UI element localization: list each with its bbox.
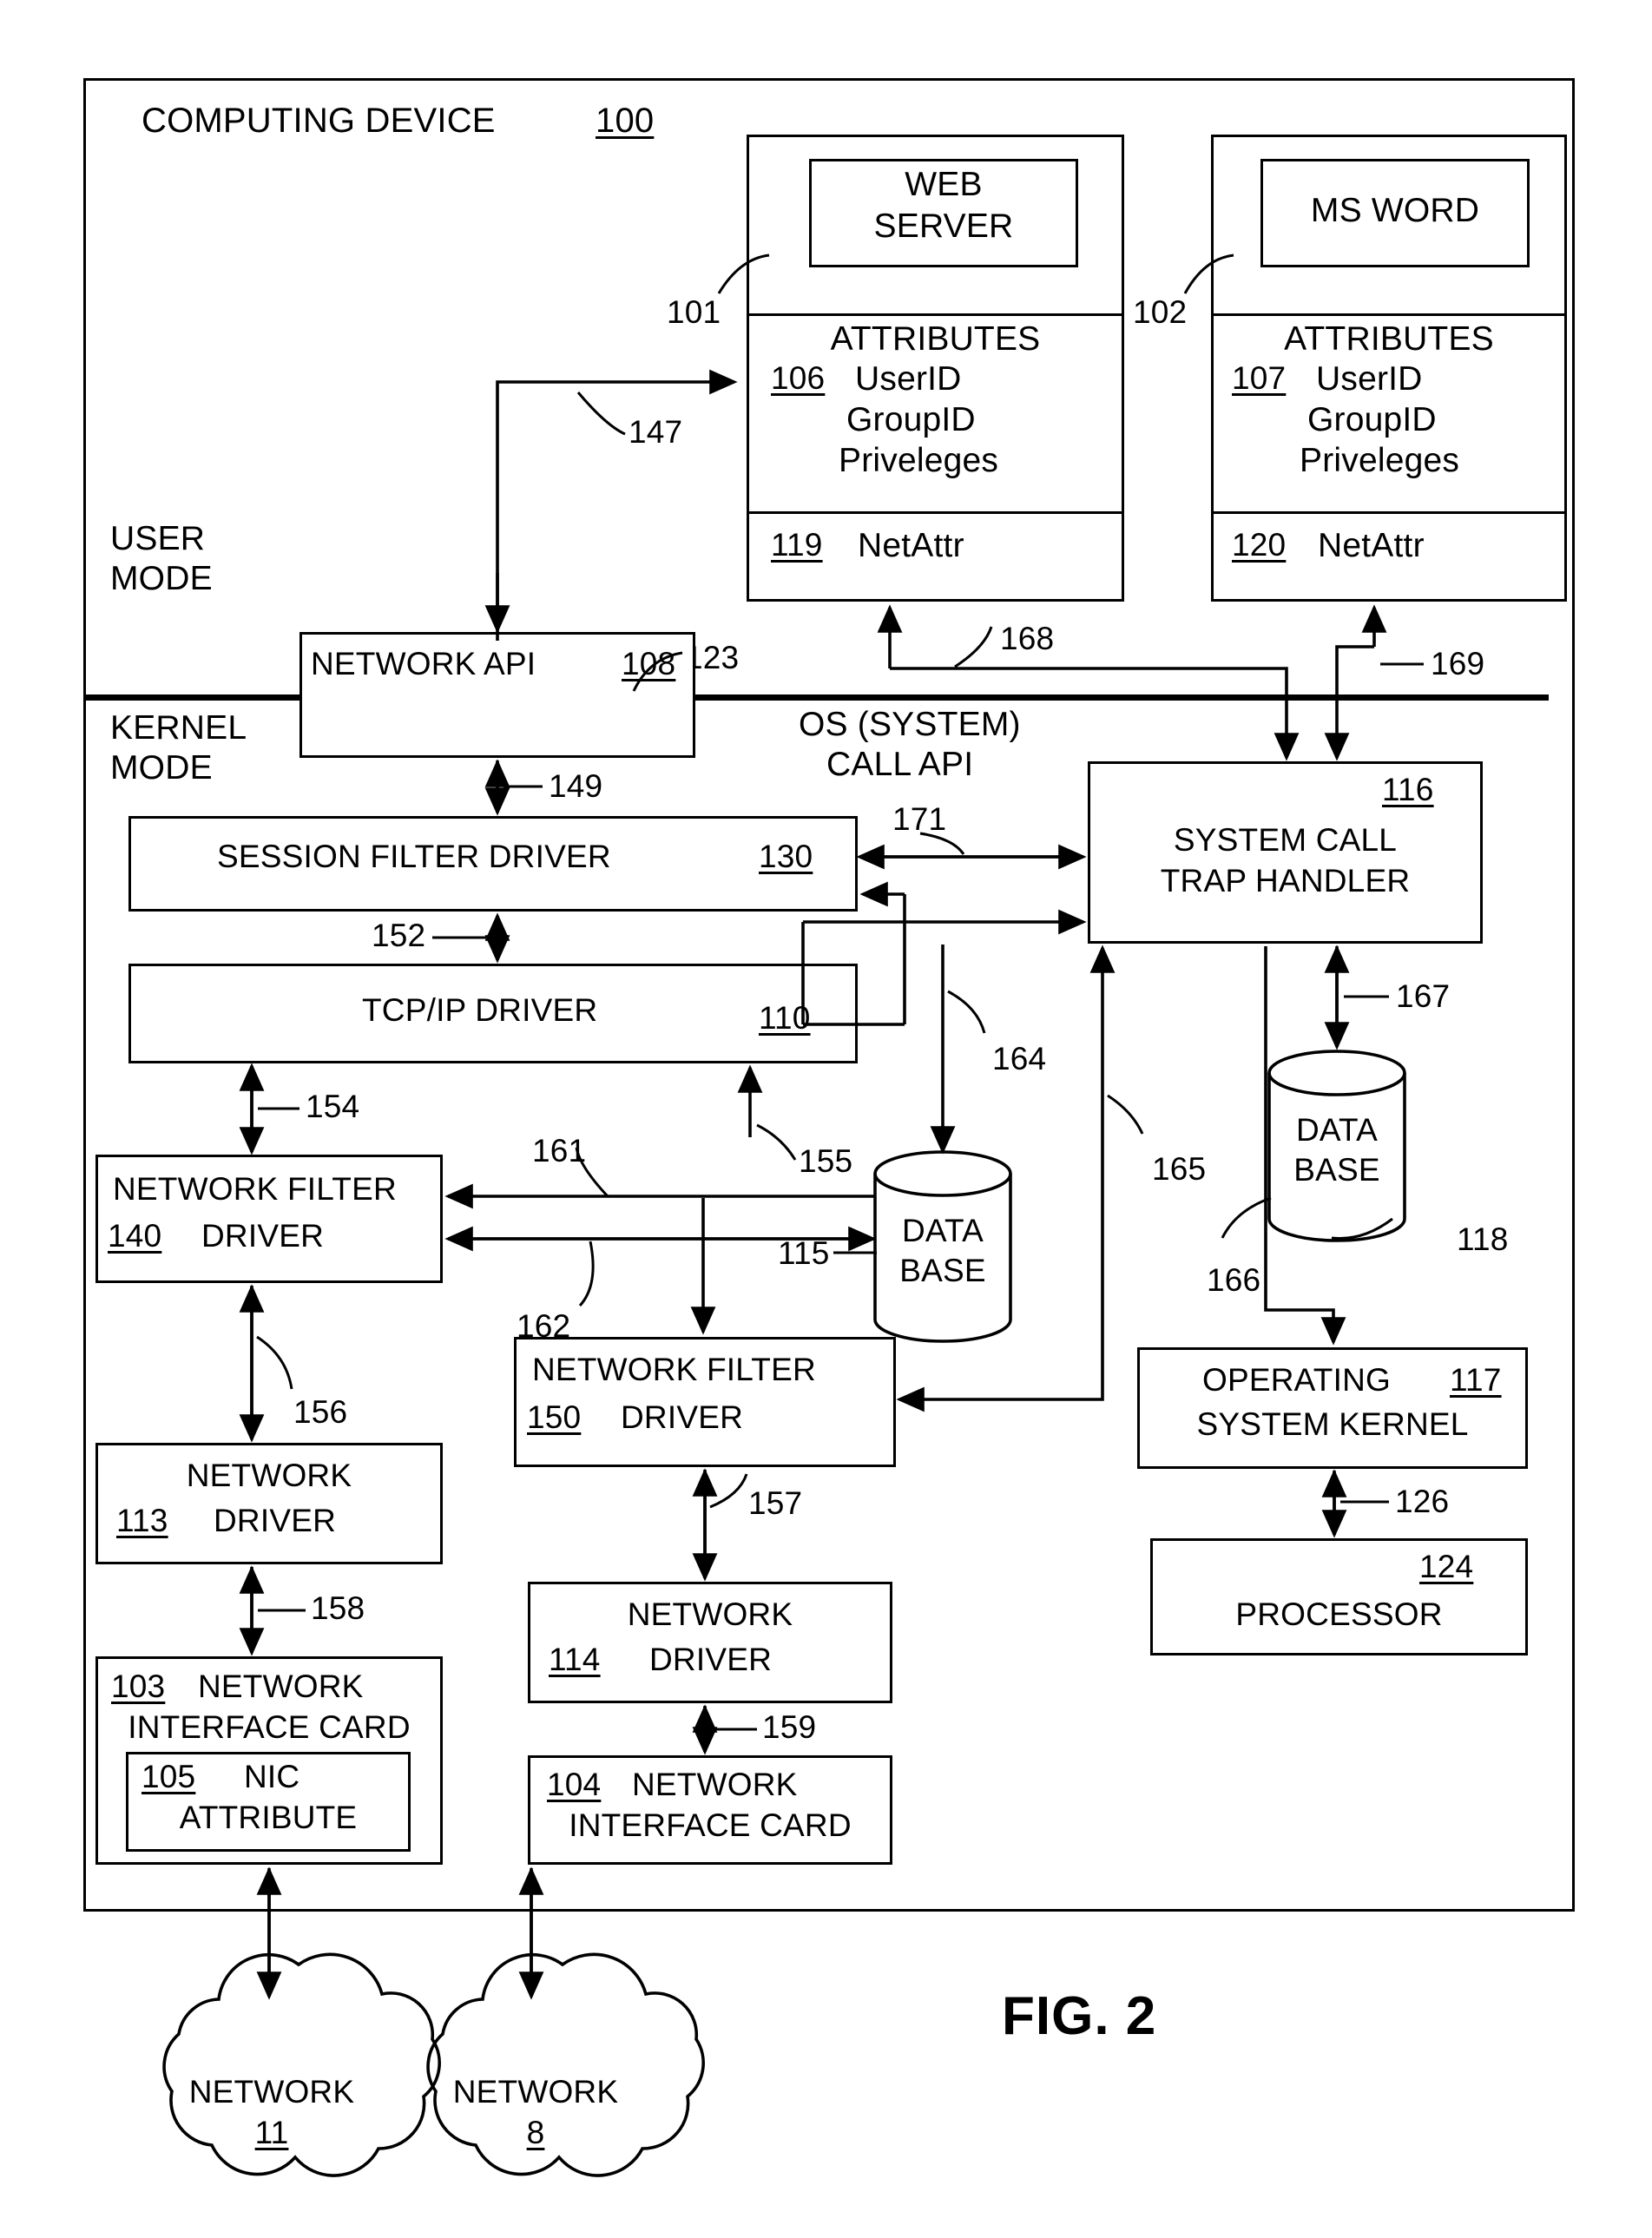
app-web-server-divider-2 (747, 511, 1124, 514)
app-ms-word-ref: 102 (1133, 294, 1188, 330)
database-115-line1: DATA (902, 1213, 984, 1248)
network-cloud-8-label: NETWORK (452, 2074, 619, 2110)
network-filter-driver-140-ref: 140 (108, 1218, 162, 1254)
processor-ref: 124 (1419, 1549, 1474, 1584)
tcpip-driver-label: TCP/IP DRIVER (362, 992, 598, 1028)
patent-figure-2: COMPUTING DEVICE 100 USER MODE KERNEL MO… (0, 0, 1652, 2238)
network-cloud-8-ref: 8 (526, 2115, 545, 2150)
user-mode-label-line1: USER (110, 520, 206, 557)
network-filter-driver-140-line1: NETWORK FILTER (113, 1171, 397, 1207)
network-cloud-11-label: NETWORK (188, 2074, 355, 2110)
connector-ref-158: 158 (311, 1590, 365, 1626)
nic-104-ref: 104 (547, 1767, 602, 1802)
nic-attribute-105-line2: ATTRIBUTE (179, 1800, 358, 1835)
connector-ref-161: 161 (532, 1133, 587, 1168)
os-call-api-label-line2: CALL API (826, 746, 974, 783)
kernel-mode-label-line2: MODE (110, 749, 213, 787)
network-filter-driver-150-line2: DRIVER (621, 1399, 743, 1435)
app-web-server-netattr-ref: 119 (771, 527, 823, 563)
app-web-server-attribute-userid: UserID (855, 360, 962, 398)
network-driver-113-line1: NETWORK (186, 1458, 352, 1493)
tcpip-driver-ref: 110 (759, 1000, 811, 1036)
operating-system-kernel-line2: SYSTEM KERNEL (1196, 1406, 1469, 1442)
connector-ref-164: 164 (992, 1041, 1047, 1076)
app-web-server-title-line1: WEB (905, 166, 983, 203)
network-driver-114-line1: NETWORK (627, 1596, 793, 1632)
connector-ref-166: 166 (1207, 1262, 1261, 1298)
connector-ref-152: 152 (372, 918, 426, 953)
connector-ref-168: 168 (1000, 621, 1055, 656)
figure-label: FIG. 2 (1002, 1986, 1157, 2046)
database-115-line2: BASE (899, 1253, 986, 1288)
nic-attribute-105-ref: 105 (142, 1759, 196, 1794)
connector-ref-167: 167 (1396, 978, 1451, 1014)
app-ms-word-attribute-priveleges: Priveleges (1300, 442, 1460, 479)
app-ms-word-netattr-ref: 120 (1232, 527, 1287, 563)
connector-ref-171: 171 (892, 801, 947, 837)
app-ms-word-divider-2 (1211, 511, 1567, 514)
operating-system-kernel-ref: 117 (1450, 1362, 1502, 1398)
connector-ref-154: 154 (306, 1089, 360, 1124)
network-filter-driver-140-line2: DRIVER (201, 1218, 324, 1254)
app-ms-word-attributes-header: ATTRIBUTES (1284, 320, 1494, 358)
network-driver-114-line2: DRIVER (649, 1642, 772, 1677)
user-mode-label-line2: MODE (110, 560, 213, 597)
connector-ref-126: 126 (1395, 1484, 1450, 1519)
connector-ref-157: 157 (748, 1485, 803, 1521)
app-web-server-attributes-header: ATTRIBUTES (830, 320, 1041, 358)
network-api-ref: 108 (622, 646, 676, 681)
session-filter-driver-ref: 130 (759, 839, 813, 874)
app-ms-word-attribute-userid: UserID (1316, 360, 1423, 398)
network-filter-driver-150-line1: NETWORK FILTER (532, 1352, 816, 1387)
connector-ref-162: 162 (517, 1308, 571, 1344)
app-web-server-divider-1 (747, 313, 1124, 316)
connector-ref-159: 159 (762, 1709, 817, 1745)
operating-system-kernel-line1: OPERATING (1202, 1362, 1391, 1398)
app-web-server-ref: 101 (667, 294, 721, 330)
database-118-ref: 118 (1457, 1221, 1509, 1257)
connector-ref-169: 169 (1431, 646, 1485, 681)
app-web-server-attributes-ref: 106 (771, 360, 826, 396)
network-driver-113-ref: 113 (116, 1503, 168, 1538)
nic-103-ref: 103 (111, 1669, 166, 1704)
nic-103-line2: INTERFACE CARD (128, 1709, 411, 1745)
app-ms-word-attribute-groupid: GroupID (1307, 401, 1437, 438)
connector-ref-155: 155 (799, 1143, 853, 1179)
nic-103-line1: NETWORK (198, 1669, 364, 1704)
app-ms-word-divider-1 (1211, 313, 1567, 316)
nic-104-line1: NETWORK (632, 1767, 798, 1802)
connector-ref-165: 165 (1152, 1151, 1207, 1187)
connector-ref-147: 147 (629, 414, 683, 450)
page-title: COMPUTING DEVICE (142, 102, 496, 140)
computing-device-ref: 100 (596, 102, 655, 140)
connector-ref-149: 149 (549, 768, 603, 804)
connector-ref-156: 156 (293, 1394, 348, 1430)
database-118-line1: DATA (1296, 1112, 1378, 1148)
kernel-mode-label-line1: KERNEL (110, 709, 247, 747)
database-118-line2: BASE (1293, 1152, 1380, 1188)
app-ms-word-netattr-label: NetAttr (1318, 527, 1425, 564)
system-call-trap-handler-line2: TRAP HANDLER (1160, 863, 1411, 898)
app-web-server-attribute-priveleges: Priveleges (839, 442, 999, 479)
app-ms-word-title-line1: MS WORD (1310, 192, 1480, 229)
app-ms-word-attributes-ref: 107 (1232, 360, 1287, 396)
system-call-trap-handler-ref: 116 (1382, 772, 1434, 807)
system-call-trap-handler-line1: SYSTEM CALL (1173, 822, 1398, 858)
app-web-server-netattr-label: NetAttr (858, 527, 964, 564)
database-115-ref: 115 (778, 1235, 830, 1271)
processor-label: PROCESSOR (1235, 1596, 1443, 1632)
app-web-server-attribute-groupid: GroupID (846, 401, 976, 438)
network-cloud-11-ref: 11 (254, 2115, 289, 2150)
network-api-label: NETWORK API (311, 646, 536, 681)
app-web-server-title-line2: SERVER (873, 207, 1014, 245)
network-filter-driver-150-ref: 150 (527, 1399, 582, 1435)
os-call-api-label-line1: OS (SYSTEM) (799, 706, 1021, 743)
nic-attribute-105-line1: NIC (244, 1759, 300, 1794)
session-filter-driver-label: SESSION FILTER DRIVER (217, 839, 611, 874)
network-driver-114-ref: 114 (549, 1642, 601, 1677)
network-driver-113-line2: DRIVER (214, 1503, 336, 1538)
nic-104-line2: INTERFACE CARD (569, 1807, 852, 1843)
